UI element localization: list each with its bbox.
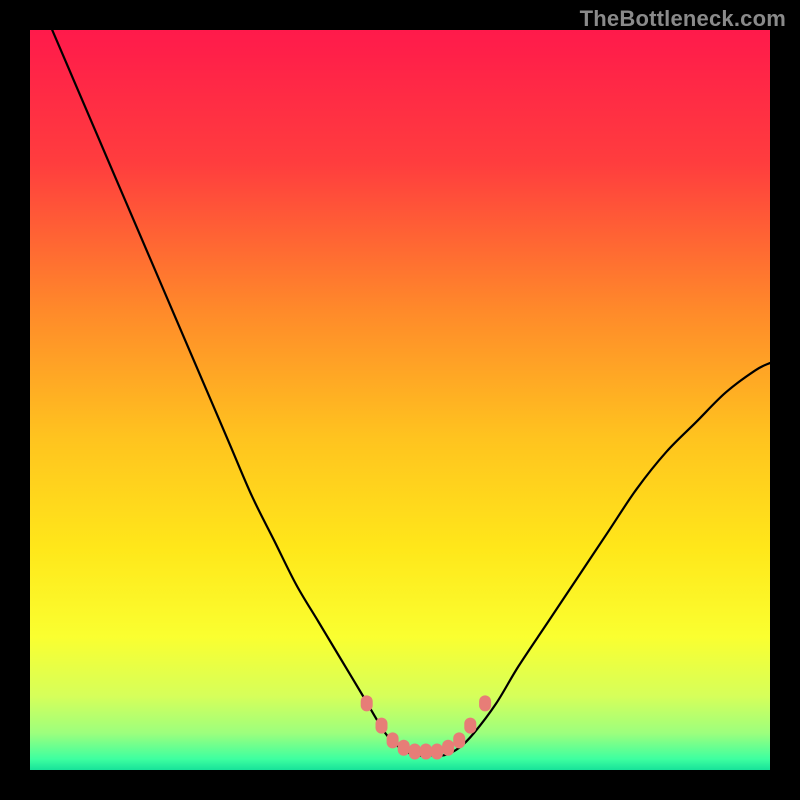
marker-dot bbox=[464, 718, 476, 734]
chart-stage: TheBottleneck.com bbox=[0, 0, 800, 800]
chart-svg bbox=[30, 30, 770, 770]
marker-dot bbox=[453, 732, 465, 748]
marker-dot bbox=[431, 744, 443, 760]
marker-dot bbox=[442, 740, 454, 756]
marker-dot bbox=[420, 744, 432, 760]
marker-dot bbox=[376, 718, 388, 734]
marker-dot bbox=[398, 740, 410, 756]
marker-dot bbox=[479, 695, 491, 711]
gradient-background bbox=[30, 30, 770, 770]
marker-dot bbox=[361, 695, 373, 711]
watermark-text: TheBottleneck.com bbox=[580, 6, 786, 32]
marker-dot bbox=[387, 732, 399, 748]
marker-dot bbox=[409, 744, 421, 760]
